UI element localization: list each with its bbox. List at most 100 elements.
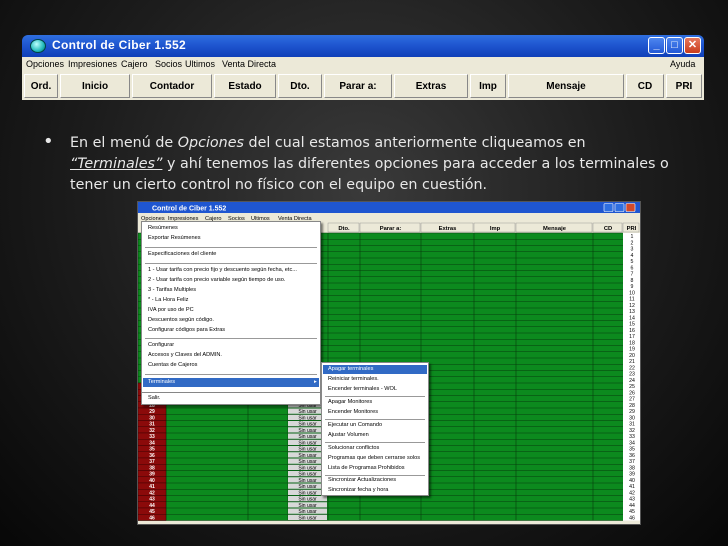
- submenu-encender-monitores[interactable]: Encender Monitores: [328, 409, 378, 415]
- shot-row-number: 14: [629, 315, 635, 321]
- maximize-button[interactable]: □: [666, 37, 683, 54]
- shot-row-number: 39: [629, 472, 635, 478]
- submenu-sincronizar-fecha[interactable]: Sincronizar fecha y hora: [328, 487, 388, 493]
- shot-row-number: 20: [629, 353, 635, 359]
- submenu-ejecutar-comando[interactable]: Ejecutar un Comando: [328, 422, 382, 428]
- submenu-ajustar-volumen[interactable]: Ajustar Volumen: [328, 432, 369, 438]
- menu-item-tarifa-1[interactable]: 1 - Usar tarifa con precio fijo y descue…: [148, 267, 297, 273]
- shot-status-text: Sin usar: [298, 490, 317, 496]
- shot-status-text: Sin usar: [298, 409, 317, 415]
- menu-item-iva[interactable]: IVA por uso de PC: [148, 307, 194, 313]
- shot-row-number: 32: [629, 428, 635, 434]
- submenu-sincronizar-actualizaciones[interactable]: Sincronizar Actualizaciones: [328, 477, 396, 483]
- shot-row-number: 43: [629, 497, 635, 503]
- menu-item-codigos-extras[interactable]: Configurar códigos para Extras: [148, 327, 225, 333]
- shot-row-number: 11: [629, 297, 634, 303]
- menu-separator: [145, 338, 317, 339]
- menu-item-tarifas-multiples[interactable]: 3 - Tarifas Multiples: [148, 287, 196, 293]
- shot-row-number: 1: [631, 234, 634, 240]
- col-ord[interactable]: Ord.: [24, 74, 58, 98]
- menu-item-salir[interactable]: Salir.: [148, 395, 160, 401]
- shot-row-number: 29: [629, 409, 635, 415]
- shot-minimize-button: [603, 203, 614, 212]
- menu-socios[interactable]: Socios: [155, 59, 182, 69]
- menu-opciones[interactable]: Opciones: [26, 59, 64, 69]
- shot-status-text: Sin usar: [298, 472, 317, 478]
- submenu-programas-prohibidos[interactable]: Lista de Programas Prohibidos: [328, 465, 405, 471]
- menu-item-accesos[interactable]: Accesos y Claves del ADMIN.: [148, 352, 222, 358]
- col-mensaje[interactable]: Mensaje: [508, 74, 624, 98]
- menu-separator: [145, 263, 317, 264]
- shot-row-number: 15: [629, 322, 635, 328]
- bullet-text-mid: del cual estamos anteriormente cliqueamo…: [243, 135, 586, 151]
- shot-row-number: 21: [629, 359, 635, 365]
- col-extras[interactable]: Extras: [394, 74, 468, 98]
- menu-cajero[interactable]: Cajero: [121, 59, 148, 69]
- window-title: Control de Ciber 1.552: [52, 38, 186, 52]
- shot-row-number: 23: [629, 372, 635, 378]
- menu-item-configurar[interactable]: Configurar: [148, 342, 174, 348]
- col-cd[interactable]: CD: [626, 74, 664, 98]
- menu-venta-directa[interactable]: Venta Directa: [222, 59, 276, 69]
- menu-item-resumenes[interactable]: Resúmenes: [148, 225, 178, 231]
- menu-separator: [325, 419, 425, 420]
- submenu-apagar-terminales[interactable]: Apagar terminales: [328, 366, 373, 372]
- title-bar: Control de Ciber 1.552 _ □ ✕: [22, 35, 704, 57]
- shot-row-number: 28: [629, 403, 635, 409]
- menu-ultimos[interactable]: Ultimos: [185, 59, 215, 69]
- shot-ord-number: 46: [149, 515, 155, 521]
- menu-ayuda[interactable]: Ayuda: [670, 59, 695, 69]
- shot-row-number: 18: [629, 340, 635, 346]
- submenu-reiniciar-terminales[interactable]: Reiniciar terminales.: [328, 376, 379, 382]
- menu-item-exportar[interactable]: Exportar Resúmenes: [148, 235, 201, 241]
- col-contador[interactable]: Contador: [132, 74, 212, 98]
- bullet-paragraph: En el menú de Opciones del cual estamos …: [70, 133, 710, 196]
- menu-item-descuentos[interactable]: Descuentos según código.: [148, 317, 214, 323]
- col-inicio[interactable]: Inicio: [60, 74, 130, 98]
- embedded-screenshot: Control de Ciber 1.552 Opciones Impresione…: [137, 201, 641, 525]
- shot-col-label-2: Extras: [439, 226, 457, 232]
- close-button[interactable]: ✕: [684, 37, 701, 54]
- terminales-submenu: Apagar terminales Reiniciar terminales. …: [321, 362, 429, 496]
- submenu-programas-cerrarse[interactable]: Programas que deben cerrarse solos: [328, 455, 420, 461]
- menu-item-cajeros[interactable]: Cuentas de Cajeros: [148, 362, 197, 368]
- shot-row-number: 37: [629, 459, 635, 465]
- minimize-button[interactable]: _: [648, 37, 665, 54]
- menu-item-tarifa-2[interactable]: 2 - Usar tarifa con precio variable segú…: [148, 277, 285, 283]
- app-logo-icon: [30, 39, 46, 53]
- shot-col-label-6: PRI: [627, 226, 637, 232]
- col-dto[interactable]: Dto.: [278, 74, 322, 98]
- shot-row-number: 5: [631, 259, 634, 265]
- menu-impresiones[interactable]: Impresiones: [68, 59, 117, 69]
- shot-row-number: 2: [631, 240, 634, 246]
- shot-status-text: Sin usar: [298, 465, 317, 471]
- col-pri[interactable]: PRI: [666, 74, 702, 98]
- submenu-solucionar-conflictos[interactable]: Solucionar conflictos: [328, 445, 379, 451]
- shot-row-number: 3: [631, 247, 634, 253]
- shot-row-number: 13: [629, 309, 635, 315]
- shot-status-text: Sin usar: [298, 497, 317, 503]
- submenu-encender-wol[interactable]: Encender terminales - WOL: [328, 386, 397, 392]
- shot-row-number: 22: [629, 365, 635, 371]
- menu-item-especificaciones[interactable]: Especificaciones del cliente: [148, 251, 216, 257]
- menu-item-hora-feliz[interactable]: * - La Hora Feliz: [148, 297, 188, 303]
- shot-status-text: Sin usar: [298, 415, 317, 421]
- menu-separator: [325, 442, 425, 443]
- shot-status-text: Sin usar: [298, 422, 317, 428]
- submenu-apagar-monitores[interactable]: Apagar Monitores: [328, 399, 372, 405]
- menu-item-terminales[interactable]: Terminales: [148, 379, 175, 385]
- col-estado[interactable]: Estado: [214, 74, 276, 98]
- shot-row-number: 36: [629, 453, 635, 459]
- col-parar-a[interactable]: Parar a:: [324, 74, 392, 98]
- shot-status-text: Sin usar: [298, 453, 317, 459]
- shot-row-number: 34: [629, 440, 635, 446]
- shot-status-text: Sin usar: [298, 459, 317, 465]
- shot-status-text: Sin usar: [298, 434, 317, 440]
- bullet-marker: •: [43, 131, 54, 152]
- menu-separator: [145, 374, 317, 375]
- menu-bar: Opciones Impresiones Cajero Socios Ultim…: [22, 57, 704, 72]
- menu-separator: [145, 247, 317, 248]
- col-imp[interactable]: Imp: [470, 74, 506, 98]
- shot-row-number: 41: [629, 484, 635, 490]
- shot-row-number: 42: [629, 490, 635, 496]
